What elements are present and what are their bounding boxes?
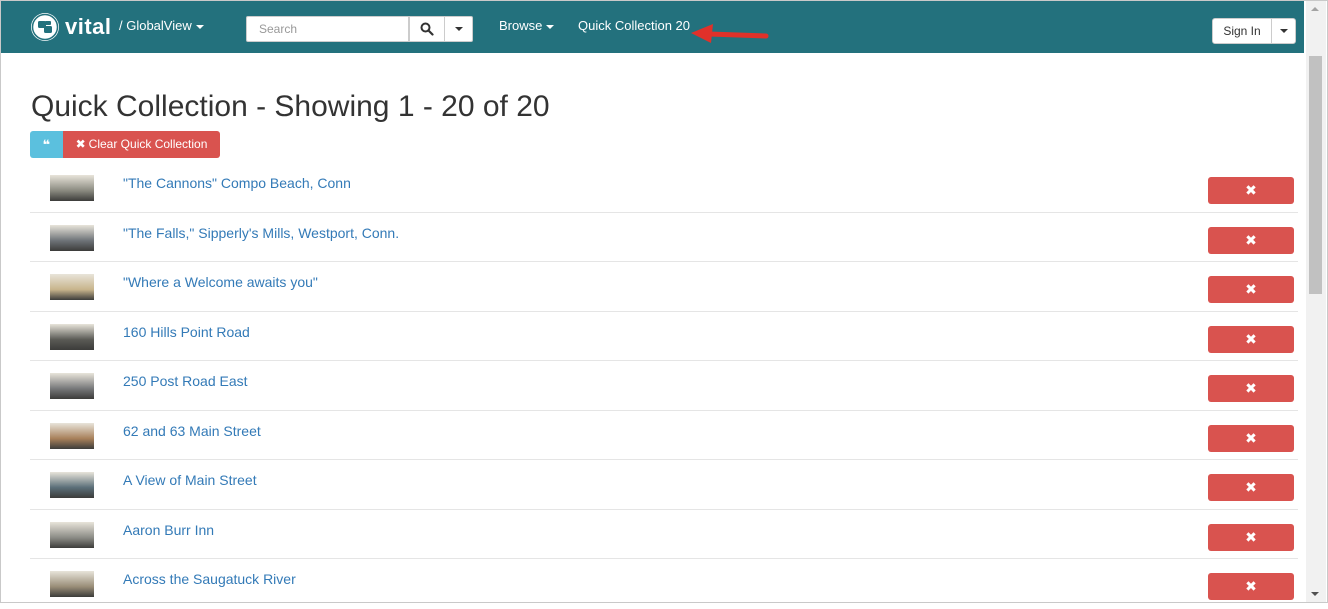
sign-in-button-group: Sign In (1212, 18, 1296, 44)
item-thumbnail[interactable] (50, 472, 94, 498)
page-title: Quick Collection - Showing 1 - 20 of 20 (31, 90, 550, 123)
quote-icon: ❝ (42, 136, 51, 152)
item-thumbnail[interactable] (50, 571, 94, 597)
list-item: 62 and 63 Main Street ✖ (30, 411, 1298, 460)
browse-label: Browse (499, 18, 543, 33)
close-icon: ✖ (1245, 380, 1257, 396)
item-thumbnail[interactable] (50, 422, 94, 449)
remove-item-button[interactable]: ✖ (1208, 573, 1294, 600)
quick-collection-list: "The Cannons" Compo Beach, Conn ✖ "The Fal… (30, 163, 1298, 609)
vital-logo-icon (31, 13, 59, 41)
scroll-down-icon[interactable] (1311, 592, 1319, 596)
search-button[interactable] (409, 16, 445, 42)
globalview-label: / GlobalView (119, 18, 192, 33)
sign-in-options-button[interactable] (1272, 19, 1295, 43)
clear-quick-collection-button[interactable]: ✖ Clear Quick Collection (63, 131, 220, 158)
item-title-link[interactable]: 62 and 63 Main Street (123, 423, 261, 439)
item-thumbnail[interactable] (50, 224, 94, 251)
remove-item-button[interactable]: ✖ (1208, 375, 1294, 402)
remove-item-button[interactable]: ✖ (1208, 177, 1294, 204)
globalview-menu[interactable]: / GlobalView (119, 18, 204, 33)
brand-name: vital (65, 14, 112, 39)
list-item: A View of Main Street ✖ (30, 460, 1298, 510)
close-icon: ✖ (1245, 281, 1257, 297)
remove-item-button[interactable]: ✖ (1208, 276, 1294, 303)
top-navbar: vital / GlobalView Search Browse Quick C… (1, 1, 1304, 53)
browse-menu[interactable]: Browse (499, 18, 555, 33)
chevron-down-icon (546, 24, 555, 29)
item-title-link[interactable]: "The Falls," Sipperly's Mills, Westport,… (123, 225, 399, 241)
cite-button[interactable]: ❝ (30, 131, 63, 158)
list-item: 160 Hills Point Road ✖ (30, 312, 1298, 361)
vital-logo[interactable]: vital (31, 12, 112, 42)
close-icon: ✖ (1245, 479, 1257, 495)
close-icon: ✖ (1245, 182, 1257, 198)
close-icon: ✖ (1245, 330, 1257, 347)
chevron-down-icon (1279, 29, 1288, 33)
list-item: Across the Saugatuck River ✖ (30, 559, 1298, 609)
close-icon: ✖ (1245, 528, 1257, 545)
scrollbar-thumb[interactable] (1309, 56, 1322, 294)
item-thumbnail[interactable] (50, 274, 94, 300)
search-icon (420, 22, 434, 36)
list-item: 250 Post Road East ✖ (30, 361, 1298, 411)
remove-item-button[interactable]: ✖ (1208, 226, 1294, 254)
list-item: "The Falls," Sipperly's Mills, Westport,… (30, 213, 1298, 262)
item-title-link[interactable]: Aaron Burr Inn (123, 522, 214, 538)
quick-collection-link[interactable]: Quick Collection 20 (578, 18, 690, 33)
close-icon: ✖ (1245, 231, 1257, 248)
item-title-link[interactable]: A View of Main Street (123, 472, 257, 488)
remove-item-button[interactable]: ✖ (1208, 523, 1294, 551)
scroll-up-icon[interactable] (1311, 7, 1319, 11)
item-thumbnail[interactable] (50, 323, 94, 350)
chevron-down-icon (195, 24, 204, 29)
item-title-link[interactable]: 250 Post Road East (123, 373, 248, 389)
item-thumbnail[interactable] (50, 373, 94, 399)
chevron-down-icon (454, 27, 463, 31)
list-item: "Where a Welcome awaits you" ✖ (30, 262, 1298, 312)
item-thumbnail[interactable] (50, 521, 94, 548)
item-thumbnail[interactable] (50, 175, 94, 201)
page-scrollbar[interactable] (1306, 1, 1326, 602)
close-icon: ✖ (1245, 429, 1257, 446)
search-options-button[interactable] (445, 16, 473, 42)
remove-item-button[interactable]: ✖ (1208, 474, 1294, 501)
list-item: "The Cannons" Compo Beach, Conn ✖ (30, 163, 1298, 213)
item-title-link[interactable]: "Where a Welcome awaits you" (123, 274, 318, 290)
remove-item-button[interactable]: ✖ (1208, 424, 1294, 452)
annotation-arrow-icon (691, 24, 769, 43)
clear-label: Clear Quick Collection (88, 137, 208, 151)
sign-in-button[interactable]: Sign In (1213, 19, 1272, 43)
close-icon: ✖ (75, 137, 86, 151)
search-input[interactable]: Search (246, 16, 409, 42)
close-icon: ✖ (1245, 578, 1257, 594)
item-title-link[interactable]: "The Cannons" Compo Beach, Conn (123, 175, 351, 191)
remove-item-button[interactable]: ✖ (1208, 325, 1294, 353)
list-item: Aaron Burr Inn ✖ (30, 510, 1298, 559)
item-title-link[interactable]: 160 Hills Point Road (123, 324, 250, 340)
item-title-link[interactable]: Across the Saugatuck River (123, 571, 296, 587)
